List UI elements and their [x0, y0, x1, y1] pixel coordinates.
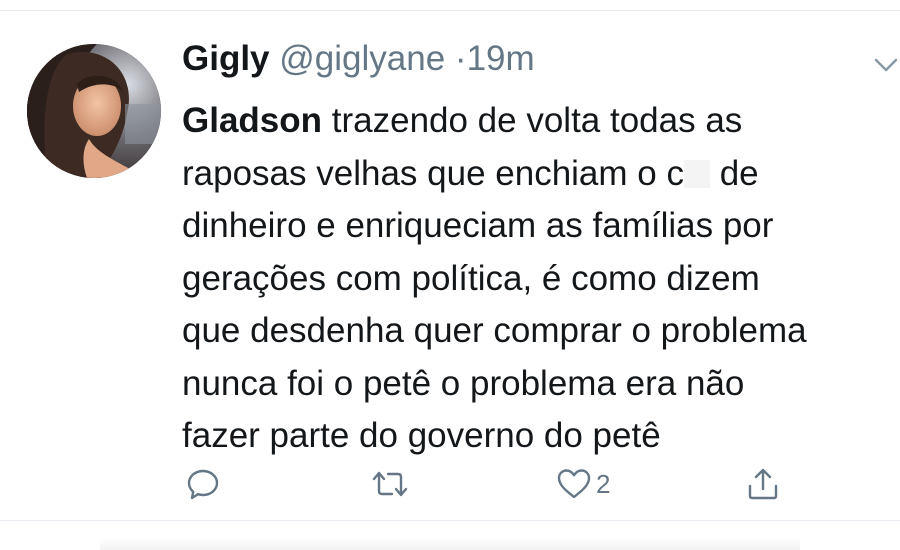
share-icon	[745, 466, 781, 502]
reply-icon	[186, 467, 220, 501]
text-line-7: fazer parte do governo do petê	[182, 416, 661, 455]
action-bar: 2	[0, 464, 900, 504]
heart-icon	[556, 467, 592, 501]
share-button[interactable]	[745, 464, 781, 504]
text-line-1: Gladson trazendo de volta todas as	[182, 95, 900, 148]
mention: Gladson	[182, 101, 323, 140]
text-line-6: nunca foi o petê o problema era não	[182, 363, 745, 403]
tweet-text: Gladson trazendo de volta todas as rapos…	[182, 95, 900, 463]
chevron-down-icon[interactable]	[872, 51, 900, 79]
text-segment: de	[709, 153, 759, 193]
like-button[interactable]: 2	[556, 464, 610, 504]
retweet-icon	[370, 467, 410, 501]
text-segment: trazendo de volta todas as	[322, 101, 743, 140]
bottom-divider	[0, 520, 900, 521]
text-line-3: dinheiro e enriqueciam as famílias por	[182, 206, 774, 245]
retweet-button[interactable]	[370, 464, 410, 504]
text-line-4: gerações com política, é como dizem	[182, 258, 760, 298]
text-line-5: que desdenha quer comprar o problema	[182, 311, 807, 350]
redaction-block	[683, 159, 710, 188]
author-name[interactable]: Gigly	[182, 39, 270, 78]
reply-button[interactable]	[186, 464, 220, 504]
timestamp[interactable]: 19m	[467, 39, 535, 78]
author-handle[interactable]: @giglyane	[279, 39, 445, 78]
text-line-2: raposas velhas que enchiam o c de	[182, 148, 900, 201]
avatar[interactable]	[27, 44, 161, 178]
separator-dot: ·	[454, 39, 467, 78]
tweet-card[interactable]: Gigly @giglyane ·19m Gladson trazendo de…	[0, 11, 900, 520]
text-segment: raposas velhas que enchiam o c	[182, 153, 684, 193]
tweet-header: Gigly @giglyane ·19m	[182, 37, 535, 81]
next-tweet-preview	[100, 538, 800, 550]
like-count: 2	[596, 468, 611, 499]
